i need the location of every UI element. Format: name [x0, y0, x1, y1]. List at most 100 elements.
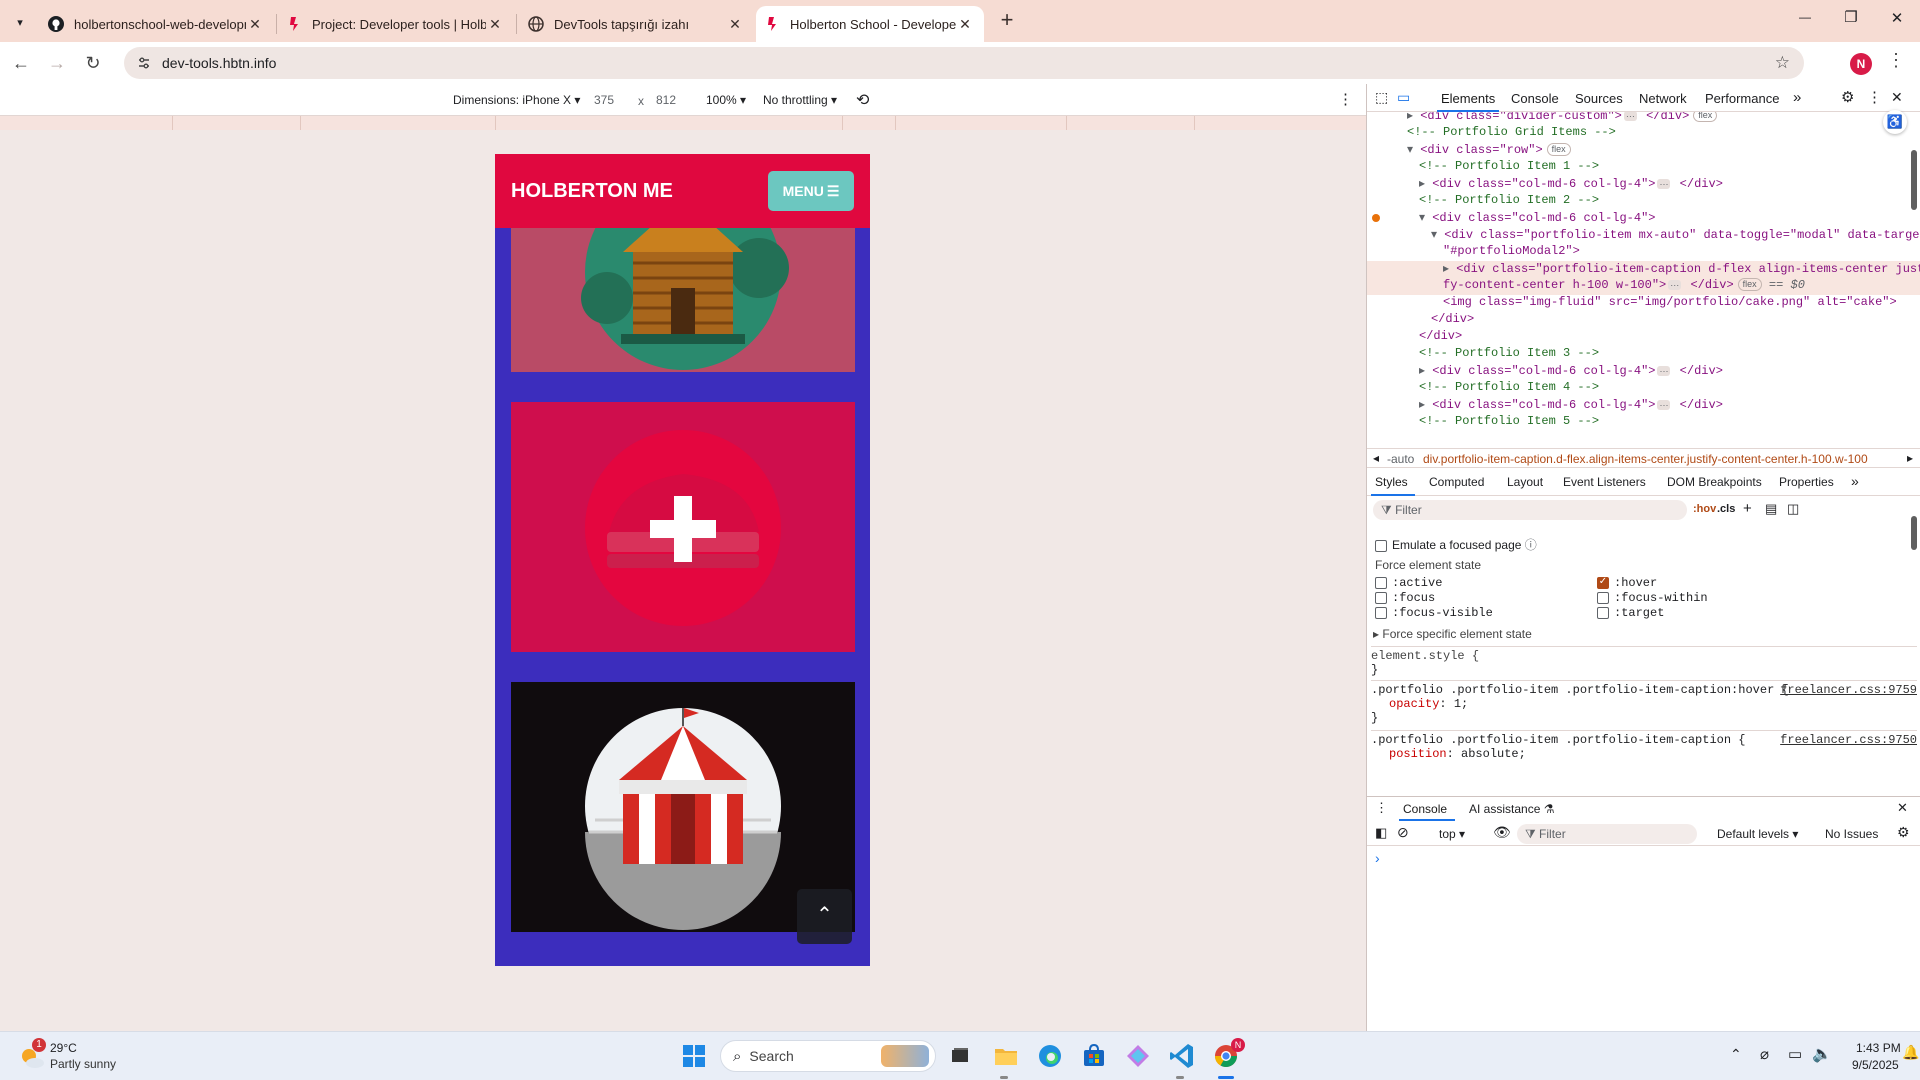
rule-source-link[interactable]: freelancer.css:9759 — [1780, 683, 1917, 697]
tab-console[interactable]: Console — [1511, 91, 1559, 106]
device-toggle-icon[interactable]: ▭ — [1397, 89, 1410, 106]
forward-button[interactable]: → — [44, 50, 70, 76]
notification-bell-icon[interactable]: 🔔 — [1902, 1044, 1919, 1061]
tab-close-icon[interactable]: ✕ — [486, 16, 504, 33]
back-button[interactable]: ← — [8, 50, 34, 76]
expand-triangle-open-icon[interactable]: ▾ — [1419, 211, 1432, 225]
flex-badge[interactable]: flex — [1693, 112, 1718, 123]
emulate-focused-page[interactable]: Emulate a focused page ⓘ — [1375, 536, 1537, 553]
profile-avatar[interactable]: N — [1850, 53, 1872, 75]
bookmark-star-icon[interactable]: ☆ — [1775, 53, 1790, 73]
dom-node-row[interactable]: ▾ <div class="col-md-6 col-lg-4"> — [1367, 210, 1920, 227]
tab-computed[interactable]: Computed — [1429, 475, 1484, 489]
tab-elements[interactable]: Elements — [1441, 91, 1495, 106]
state-active[interactable]: :active — [1375, 576, 1442, 590]
prop-value[interactable]: 1; — [1454, 697, 1468, 711]
flex-badge[interactable]: flex — [1737, 278, 1762, 292]
device-dimensions-select[interactable]: Dimensions: iPhone X ▾ — [453, 93, 580, 107]
clear-console-icon[interactable]: ⊘ — [1397, 824, 1409, 841]
live-expression-eye-icon[interactable]: 👁 — [1493, 824, 1511, 841]
dom-node-row[interactable]: "#portfolioModal2"> — [1367, 244, 1920, 261]
dom-node-row[interactable]: </div> — [1367, 329, 1920, 346]
device-width-input[interactable]: 375 — [594, 93, 614, 107]
rendering-emulation-icon[interactable]: ▤ — [1765, 501, 1777, 517]
tab-styles[interactable]: Styles — [1375, 475, 1408, 489]
minimize-button[interactable]: — — [1790, 10, 1820, 24]
dom-node-row[interactable]: </div> — [1367, 312, 1920, 329]
address-bar[interactable]: dev-tools.hbtn.info ☆ — [124, 47, 1804, 79]
dom-scrollbar[interactable] — [1911, 150, 1917, 210]
network-status-icon[interactable]: ⌀ — [1760, 1045, 1769, 1063]
throttling-select[interactable]: No throttling ▾ — [763, 93, 837, 107]
tab-github[interactable]: holbertonschool-web-developm ✕ — [38, 6, 274, 42]
file-explorer-icon[interactable] — [990, 1040, 1022, 1072]
drawer-menu-icon[interactable]: ⋮ — [1375, 800, 1388, 816]
device-toolbar-more-icon[interactable]: ⋮ — [1338, 90, 1353, 108]
tab-layout[interactable]: Layout — [1507, 475, 1543, 489]
device-height-input[interactable]: 812 — [656, 93, 676, 107]
tab-dom-breakpoints[interactable]: DOM Breakpoints — [1667, 475, 1762, 489]
dom-node-row[interactable]: <!-- Portfolio Item 1 --> — [1367, 159, 1920, 176]
tab-devtools-explainer[interactable]: DevTools tapşırığı izahı ✕ — [518, 6, 754, 42]
log-levels-select[interactable]: Default levels ▾ — [1717, 827, 1798, 841]
portfolio-item-cake[interactable] — [511, 402, 855, 652]
tab-close-icon[interactable]: ✕ — [726, 16, 744, 33]
expand-triangle-closed-icon[interactable]: ▸ — [1443, 262, 1456, 276]
vscode-icon[interactable] — [1166, 1040, 1198, 1072]
expand-triangle-closed-icon[interactable]: ▸ — [1419, 177, 1432, 191]
flex-badge[interactable]: flex — [1546, 143, 1571, 157]
tab-close-icon[interactable]: ✕ — [246, 16, 264, 33]
drawer-tab-ai-assistance[interactable]: AI assistance ⚗ — [1469, 802, 1554, 816]
zoom-select[interactable]: 100% ▾ — [706, 93, 746, 107]
scroll-to-top-button[interactable]: ⌃ — [797, 889, 852, 944]
prop-value[interactable]: absolute; — [1461, 747, 1526, 761]
dom-node-row[interactable]: ▸ <div class="portfolio-item-caption d-f… — [1367, 261, 1920, 278]
new-tab-button[interactable]: + — [994, 8, 1020, 34]
toggle-sidebar-icon[interactable]: ◫ — [1787, 501, 1799, 517]
close-drawer-icon[interactable]: ✕ — [1897, 800, 1908, 816]
tab-close-icon[interactable]: ✕ — [956, 16, 974, 33]
tab-sources[interactable]: Sources — [1575, 91, 1623, 106]
tab-holberton-devtools-active[interactable]: Holberton School - Developer t ✕ — [756, 6, 984, 42]
clock-date[interactable]: 9/5/2025 — [1852, 1058, 1899, 1072]
breadcrumb-prev[interactable]: -auto — [1387, 452, 1414, 466]
console-prompt[interactable]: › — [1375, 850, 1380, 866]
dom-node-row[interactable]: ▸ <div class="divider-custom"> ··· </div>… — [1367, 112, 1920, 125]
clock-time[interactable]: 1:43 PM — [1856, 1041, 1901, 1055]
edge-browser-icon[interactable] — [1034, 1040, 1066, 1072]
new-style-rule-icon[interactable]: + — [1743, 500, 1752, 517]
dom-node-row[interactable]: ▾ <div class="row"> flex — [1367, 142, 1920, 159]
devtools-menu-icon[interactable]: ⋮ — [1867, 88, 1882, 106]
tab-event-listeners[interactable]: Event Listeners — [1563, 475, 1646, 489]
dom-node-row[interactable]: ▸ <div class="col-md-6 col-lg-4"> ··· </d… — [1367, 363, 1920, 380]
tab-search-button[interactable]: ▾ — [8, 10, 32, 34]
site-brand[interactable]: HOLBERTON ME — [511, 180, 673, 203]
rule-source-link[interactable]: freelancer.css:9750 — [1780, 733, 1917, 747]
settings-gear-icon[interactable]: ⚙ — [1841, 88, 1854, 106]
cls-toggle[interactable]: .cls — [1717, 503, 1735, 515]
reload-button[interactable]: ↻ — [80, 50, 106, 76]
issues-counter[interactable]: No Issues — [1825, 827, 1878, 841]
accessibility-icon[interactable]: ♿ — [1883, 110, 1907, 134]
weather-widget[interactable]: 1 29°C Partly sunny — [18, 1038, 158, 1074]
more-tabs-button[interactable]: » — [1793, 89, 1801, 106]
state-focus-within[interactable]: :focus-within — [1597, 591, 1708, 605]
microsoft-store-icon[interactable] — [1078, 1040, 1110, 1072]
tab-properties[interactable]: Properties — [1779, 475, 1834, 489]
collapsed-ellipsis[interactable]: ··· — [1657, 179, 1671, 189]
dom-node-row[interactable]: <!-- Portfolio Item 4 --> — [1367, 380, 1920, 397]
state-target[interactable]: :target — [1597, 606, 1664, 620]
expand-triangle-closed-icon[interactable]: ▸ — [1407, 112, 1420, 123]
maximize-button[interactable]: ❐ — [1836, 8, 1866, 26]
task-view-icon[interactable] — [944, 1040, 976, 1072]
dom-node-row[interactable]: ▸ <div class="col-md-6 col-lg-4"> ··· </d… — [1367, 176, 1920, 193]
dom-node-row[interactable]: <!-- Portfolio Item 5 --> — [1367, 414, 1920, 424]
dom-node-row[interactable]: fy-content-center h-100 w-100"> ··· </div… — [1367, 278, 1920, 295]
show-hidden-icons-chevron[interactable]: ⌃ — [1730, 1046, 1742, 1063]
expand-triangle-closed-icon[interactable]: ▸ — [1419, 398, 1432, 412]
console-filter-input[interactable]: ⧩ Filter — [1517, 824, 1697, 844]
more-style-tabs[interactable]: » — [1851, 473, 1859, 489]
inspect-element-icon[interactable]: ⬚ — [1375, 89, 1388, 106]
breadcrumb-left-arrow[interactable]: ◂ — [1373, 451, 1379, 465]
state-focus[interactable]: :focus — [1375, 591, 1435, 605]
